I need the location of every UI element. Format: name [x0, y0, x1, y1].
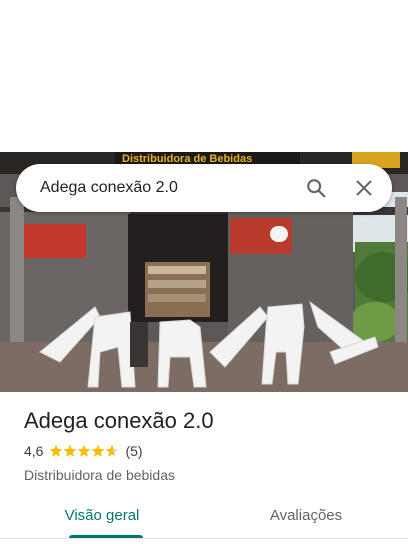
place-name: Adega conexão 2.0: [24, 408, 214, 433]
rating-row[interactable]: 4,6 (5): [24, 442, 392, 460]
star-rating: [49, 444, 119, 458]
star-icon: [50, 444, 63, 457]
star-icon: [64, 444, 77, 457]
review-count: (5): [125, 443, 143, 459]
close-icon: [356, 180, 372, 196]
tabs-divider: [0, 538, 408, 539]
clear-search-button[interactable]: [340, 164, 388, 212]
star-icon: [106, 444, 119, 457]
rating-value: 4,6: [24, 443, 44, 459]
place-category[interactable]: Distribuidora de bebidas: [24, 466, 392, 484]
place-tabs: Visão geral Avaliações: [0, 492, 408, 538]
place-info: Adega conexão 2.0 4,6 (5) Distribuidora …: [24, 406, 392, 484]
tab-reviews-label: Avaliações: [269, 506, 343, 524]
tab-reviews[interactable]: Avaliações: [204, 492, 408, 538]
search-icon: [307, 179, 326, 198]
star-icon: [92, 444, 105, 457]
tab-overview[interactable]: Visão geral: [0, 492, 204, 538]
search-button[interactable]: [292, 164, 340, 212]
tab-overview-label: Visão geral: [64, 506, 140, 524]
star-icon: [78, 444, 91, 457]
search-input[interactable]: [16, 164, 292, 212]
search-bar: [16, 164, 392, 212]
